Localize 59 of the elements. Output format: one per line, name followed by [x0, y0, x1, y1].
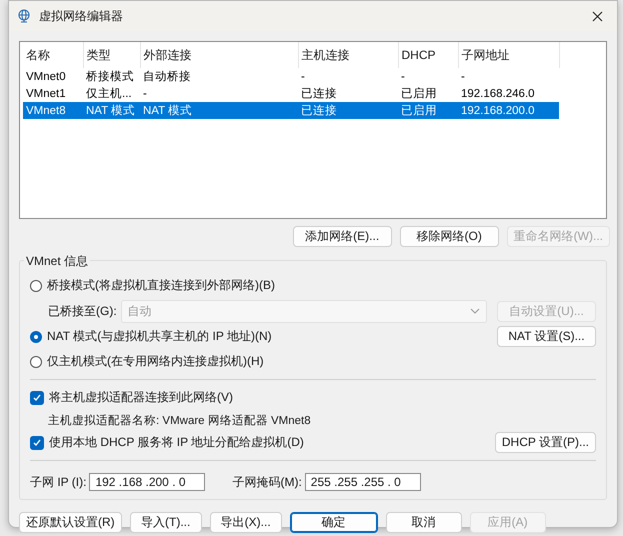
column-header[interactable]: 子网地址 — [458, 42, 559, 68]
checkmark-icon — [32, 392, 42, 402]
dialog-button[interactable]: 取消 — [386, 512, 462, 533]
list-action-button[interactable]: 添加网络(E)... — [292, 226, 392, 247]
field-label: 子网 IP (I): — [30, 474, 86, 490]
column-header[interactable]: 主机连接 — [298, 42, 398, 68]
radio-button[interactable] — [30, 356, 42, 368]
dialog-button[interactable]: 导入(T)... — [130, 512, 202, 533]
radio-label: 仅主机模式(在专用网络内连接虚拟机)(H) — [47, 353, 264, 370]
table-cell-text: 已启用 — [400, 86, 438, 101]
table-cell-text: NAT 模式 — [142, 104, 194, 118]
field-label: 已桥接至(G): — [48, 302, 117, 320]
checkbox-label: 使用本地 DHCP 服务将 IP 地址分配给虚拟机(D) — [49, 434, 304, 451]
group-title: VMnet 信息 — [24, 253, 90, 270]
network-row[interactable]: VMnet0 桥接模式 自动桥接 - - - — [23, 68, 559, 85]
column-header[interactable]: DHCP — [398, 42, 458, 68]
radio-label: NAT 模式(与虚拟机共享主机的 IP 地址)(N) — [47, 328, 272, 345]
dialog-button[interactable]: 导出(X)... — [210, 512, 282, 533]
dialog-button[interactable]: 还原默认设置(R) — [19, 512, 122, 533]
table-cell-text: VMnet1 — [25, 88, 67, 100]
table-cell-text: VMnet8 — [25, 104, 67, 116]
table-cell-text: 已启用 — [400, 104, 438, 118]
table-cell-text: 192.168.200.0 — [460, 104, 536, 116]
network-row[interactable]: VMnet1 仅主机... - 已连接 已启用 192.168.246.0 — [23, 85, 559, 102]
ip-field[interactable]: 255 .255 .255 . 0 — [304, 473, 421, 491]
checkbox[interactable] — [30, 390, 44, 404]
dialog-button[interactable]: 确定 — [290, 512, 378, 533]
column-header[interactable]: 名称 — [23, 42, 83, 68]
radio-label: 桥接模式(将虚拟机直接连接到外部网络)(B) — [47, 277, 275, 294]
close-icon — [592, 10, 602, 22]
ip-field[interactable]: 192 .168 .200 . 0 — [89, 473, 206, 491]
radio-button[interactable] — [30, 280, 42, 292]
chevron-icon — [470, 308, 480, 314]
globe-icon — [17, 9, 31, 23]
settings-button[interactable]: DHCP 设置(P)... — [494, 432, 596, 453]
column-header[interactable]: 类型 — [83, 42, 140, 68]
checkbox[interactable] — [30, 436, 44, 450]
field-label: 子网掩码(M): — [232, 474, 302, 490]
checkmark-icon — [32, 438, 42, 448]
table-cell-text: 桥接模式 — [85, 70, 135, 84]
table-cell-text: VMnet0 — [25, 70, 67, 82]
window-title: 虚拟网络编辑器 — [39, 8, 124, 24]
checkbox-label: 将主机虚拟适配器连接到此网络(V) — [49, 389, 233, 406]
table-cell-text: 仅主机... — [85, 86, 133, 101]
radio-button[interactable] — [30, 330, 42, 342]
table-cell-text: 192.168.246.0 — [460, 88, 536, 100]
list-action-button[interactable]: 移除网络(O) — [400, 226, 499, 247]
table-cell-text: - — [400, 70, 406, 82]
table-cell-text: 已连接 — [300, 86, 338, 101]
table-cell-text: 自动桥接 — [142, 70, 192, 84]
adapter-name-text: 主机虚拟适配器名称: VMware 网络适配器 VMnet8 — [47, 413, 312, 428]
table-cell-text: - — [460, 70, 466, 82]
table-cell-text: - — [142, 88, 148, 100]
table-cell-text: 已连接 — [300, 104, 338, 118]
table-cell-text: - — [300, 70, 306, 82]
column-header[interactable]: 外部连接 — [140, 42, 298, 68]
network-row[interactable]: VMnet8 NAT 模式 NAT 模式 已连接 已启用 192.168.200.0 — [23, 102, 559, 119]
table-cell-text: NAT 模式 — [85, 104, 136, 118]
settings-button[interactable]: NAT 设置(S)... — [497, 326, 596, 347]
